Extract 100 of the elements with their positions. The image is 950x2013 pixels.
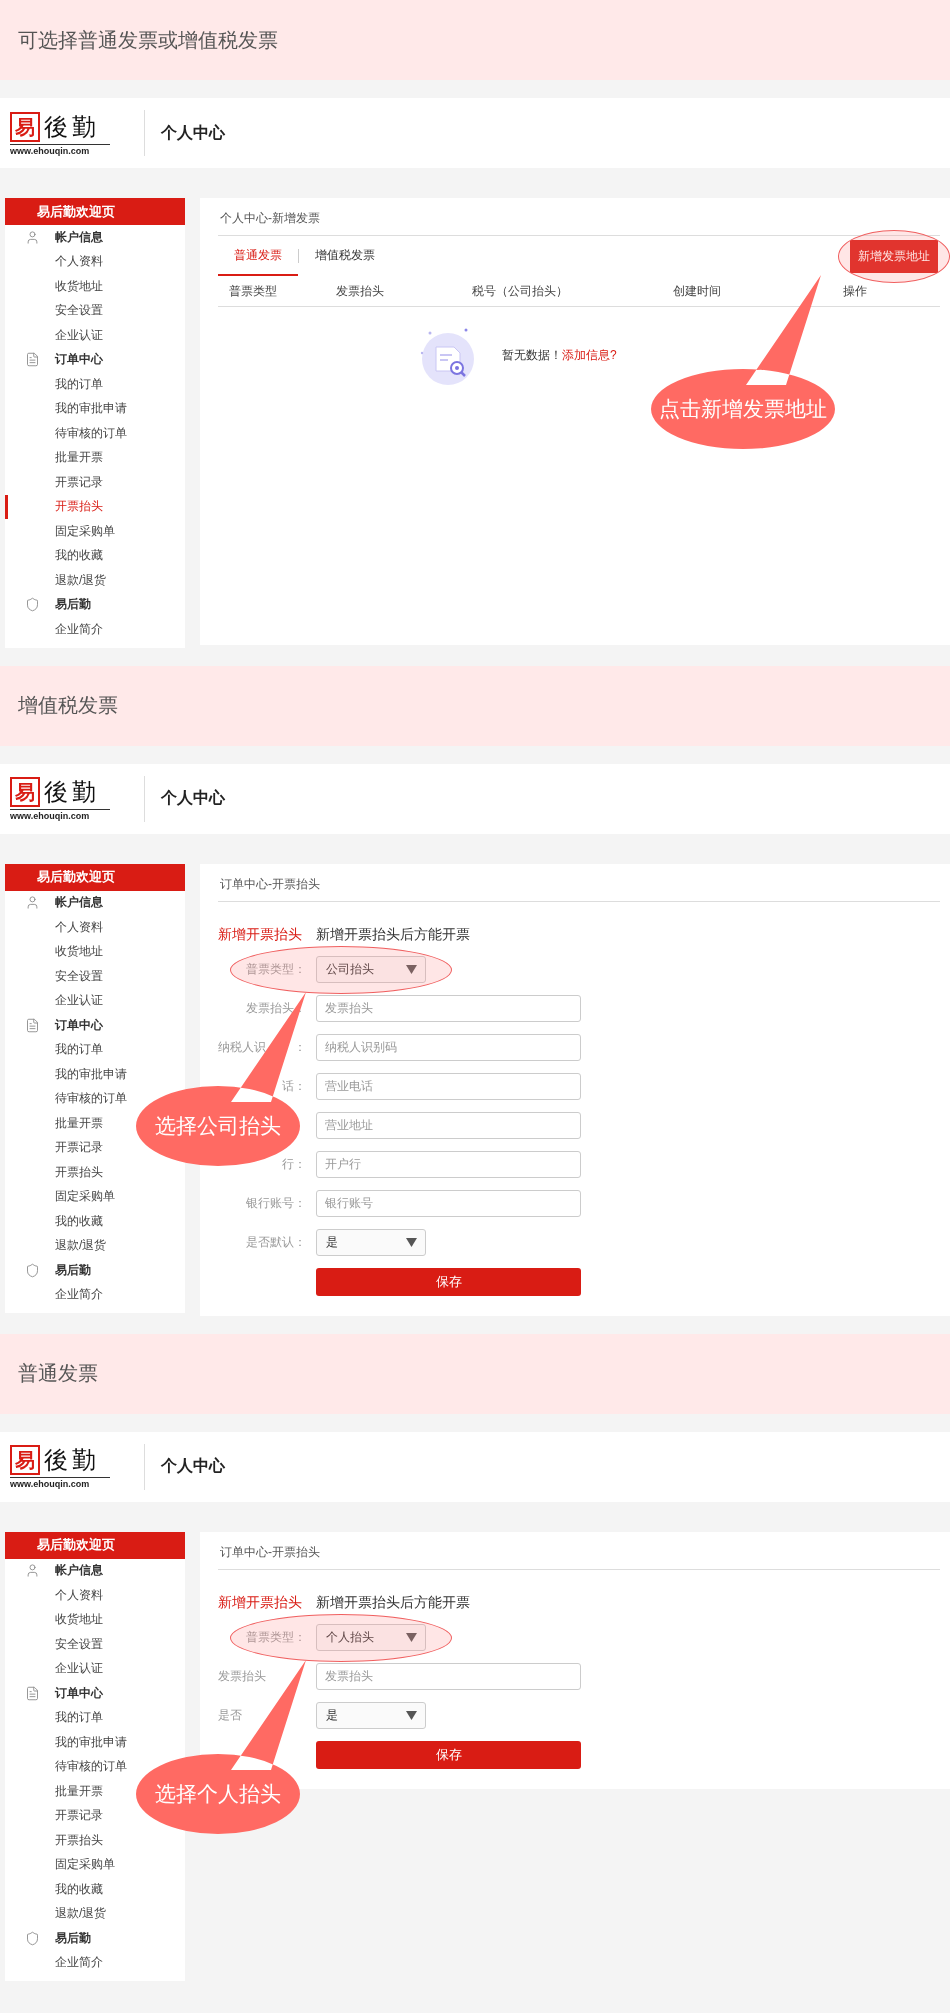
dropdown-select[interactable]: 是 bbox=[316, 1701, 426, 1729]
sidebar-group-label: 帐户信息 bbox=[55, 1562, 103, 1580]
sidebar-item[interactable]: 待审核的订单 bbox=[5, 421, 127, 446]
sidebar-item[interactable]: 个人资料 bbox=[5, 249, 103, 274]
sidebar-item[interactable]: 企业认证 bbox=[5, 1656, 103, 1681]
callout-text: 选择个人抬头 bbox=[155, 1780, 281, 1807]
add-invoice-address-button[interactable]: 新增发票地址 bbox=[850, 239, 938, 273]
logo-url: www.ehouqin.com bbox=[10, 811, 91, 821]
logo-name: 後勤 bbox=[44, 778, 100, 807]
sidebar-item[interactable]: 固定采购单 bbox=[5, 1184, 115, 1209]
sidebar-item[interactable]: 收货地址 bbox=[5, 1607, 103, 1632]
sidebar-item[interactable]: 开票记录 bbox=[5, 1135, 103, 1160]
input-field[interactable]: 营业地址 bbox=[316, 1111, 581, 1139]
sidebar-item[interactable]: 企业认证 bbox=[5, 323, 103, 348]
save-button[interactable]: 保存 bbox=[316, 1740, 581, 1769]
sidebar-item[interactable]: 安全设置 bbox=[5, 964, 103, 989]
sidebar-group-label: 订单中心 bbox=[55, 351, 103, 369]
sidebar-item[interactable]: 开票记录 bbox=[5, 1803, 103, 1828]
shield-icon bbox=[25, 597, 40, 613]
section-banner: 普通发票 bbox=[0, 1333, 950, 1414]
sidebar-item[interactable]: 待审核的订单 bbox=[5, 1754, 127, 1779]
sidebar-item[interactable]: 我的审批申请 bbox=[5, 1062, 127, 1087]
header-title: 个人中心 bbox=[161, 1456, 225, 1476]
input-field[interactable]: 营业电话 bbox=[316, 1072, 581, 1100]
column-header: 操作 bbox=[843, 282, 868, 300]
sidebar-item[interactable]: 批量开票 bbox=[5, 445, 103, 470]
sidebar-item[interactable]: 安全设置 bbox=[5, 298, 103, 323]
section-banner: 增值税发票 bbox=[0, 665, 950, 746]
sidebar-item[interactable]: 我的审批申请 bbox=[5, 1730, 127, 1755]
breadcrumb: 订单中心-开票抬头 bbox=[218, 863, 940, 902]
sidebar-item[interactable]: 批量开票 bbox=[5, 1779, 103, 1804]
sidebar-item[interactable]: 我的订单 bbox=[5, 372, 103, 397]
field-label: 普票类型： bbox=[246, 963, 306, 975]
shield-icon bbox=[25, 1262, 40, 1278]
field-label: 行： bbox=[282, 1158, 306, 1170]
sidebar-item[interactable]: 批量开票 bbox=[5, 1111, 103, 1136]
sidebar-title[interactable]: 易后勤欢迎页 bbox=[5, 198, 185, 225]
breadcrumb: 个人中心-新增发票 bbox=[218, 198, 940, 236]
sidebar-item[interactable]: 我的收藏 bbox=[5, 1209, 103, 1234]
sidebar-item[interactable]: 个人资料 bbox=[5, 915, 103, 940]
save-button[interactable]: 保存 bbox=[316, 1267, 581, 1296]
add-info-link[interactable]: 添加信息? bbox=[562, 347, 617, 362]
sidebar-item[interactable]: 固定采购单 bbox=[5, 1852, 115, 1877]
sidebar-item[interactable]: 开票抬头 bbox=[5, 1160, 103, 1185]
input-field[interactable]: 发票抬头 bbox=[316, 994, 581, 1022]
column-header: 创建时间 bbox=[673, 282, 722, 300]
field-label: 是否 bbox=[218, 1709, 242, 1721]
sidebar-item[interactable]: 我的收藏 bbox=[5, 1877, 103, 1902]
logo-mark: 易 bbox=[10, 777, 40, 807]
dropdown-select[interactable]: 公司抬头 bbox=[316, 955, 426, 983]
field-label: 话： bbox=[282, 1080, 306, 1092]
input-field[interactable]: 纳税人识别码 bbox=[316, 1033, 581, 1061]
sidebar-item[interactable]: 企业简介 bbox=[5, 617, 103, 642]
sidebar-item[interactable]: 开票抬头 bbox=[5, 494, 103, 519]
sidebar-title[interactable]: 易后勤欢迎页 bbox=[5, 1531, 185, 1559]
sidebar-item[interactable]: 我的订单 bbox=[5, 1037, 103, 1062]
sidebar-item[interactable]: 收货地址 bbox=[5, 939, 103, 964]
sidebar-item[interactable]: 开票抬头 bbox=[5, 1828, 103, 1853]
sidebar-item[interactable]: 安全设置 bbox=[5, 1632, 103, 1657]
dropdown-select[interactable]: 是 bbox=[316, 1228, 426, 1256]
header-title: 个人中心 bbox=[161, 122, 225, 143]
sidebar-title[interactable]: 易后勤欢迎页 bbox=[5, 863, 185, 891]
sidebar-item[interactable]: 退款/退货 bbox=[5, 1233, 107, 1258]
shield-icon bbox=[25, 1930, 40, 1946]
document-icon bbox=[25, 352, 40, 368]
sidebar-item[interactable]: 个人资料 bbox=[5, 1583, 103, 1608]
logo-url: www.ehouqin.com bbox=[10, 1479, 91, 1489]
field-label: 发票抬头： bbox=[246, 1002, 306, 1014]
sidebar-item[interactable]: 企业认证 bbox=[5, 988, 103, 1013]
invoice-tab[interactable]: 普通发票 bbox=[218, 236, 298, 276]
input-field[interactable]: 开户行 bbox=[316, 1150, 581, 1178]
field-label: 纳税人识 bbox=[218, 1041, 266, 1053]
sidebar-item[interactable]: 企业简介 bbox=[5, 1282, 103, 1307]
sidebar-item[interactable]: 收货地址 bbox=[5, 274, 103, 299]
invoice-tab[interactable]: 增值税发票 bbox=[299, 236, 391, 276]
column-header: 税号（公司抬头） bbox=[472, 282, 569, 300]
sidebar-item[interactable]: 企业简介 bbox=[5, 1950, 103, 1975]
user-icon bbox=[25, 895, 40, 911]
dropdown-select[interactable]: 个人抬头 bbox=[316, 1623, 426, 1651]
sidebar-item[interactable]: 固定采购单 bbox=[5, 519, 115, 544]
sidebar-item[interactable]: 开票记录 bbox=[5, 470, 103, 495]
sidebar-item[interactable]: 退款/退货 bbox=[5, 568, 107, 593]
sidebar-item[interactable]: 待审核的订单 bbox=[5, 1086, 127, 1111]
logo-mark: 易 bbox=[10, 1445, 40, 1475]
field-label: 发票抬头 bbox=[218, 1670, 266, 1682]
input-field[interactable]: 银行账号 bbox=[316, 1189, 581, 1217]
caret-icon bbox=[406, 1710, 417, 1720]
sidebar-group-label: 订单中心 bbox=[55, 1016, 103, 1034]
sidebar-item[interactable]: 退款/退货 bbox=[5, 1901, 107, 1926]
sidebar-item[interactable]: 我的订单 bbox=[5, 1705, 103, 1730]
user-icon bbox=[25, 229, 40, 245]
form-hint: 新增开票抬头后方能开票 bbox=[316, 925, 470, 944]
form-hint: 新增开票抬头后方能开票 bbox=[316, 1593, 470, 1612]
field-label: 普票类型： bbox=[246, 1631, 306, 1643]
sidebar-item[interactable]: 我的收藏 bbox=[5, 543, 103, 568]
sidebar-group-label: 易后勤 bbox=[55, 596, 91, 614]
sidebar-item[interactable]: 我的审批申请 bbox=[5, 396, 127, 421]
form-heading: 新增开票抬头 bbox=[218, 925, 302, 944]
sidebar-group-label: 帐户信息 bbox=[55, 894, 103, 912]
input-field[interactable]: 发票抬头 bbox=[316, 1662, 581, 1690]
